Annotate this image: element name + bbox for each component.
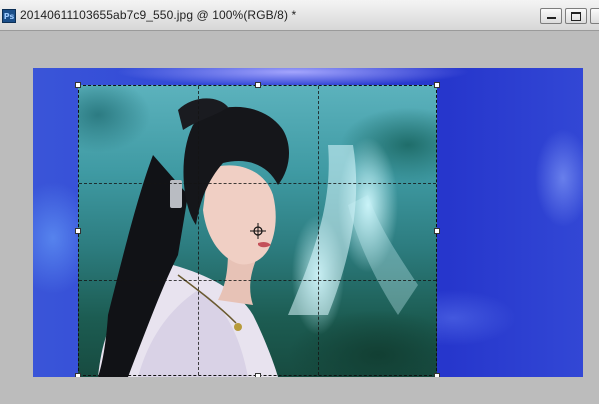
- minimize-icon: [546, 17, 556, 19]
- crop-handle-top-left[interactable]: [75, 82, 81, 88]
- restore-button[interactable]: [565, 8, 587, 24]
- document-title-bar[interactable]: Ps 20140611103655ab7c9_550.jpg @ 100%(RG…: [0, 0, 599, 31]
- restore-icon: [571, 12, 581, 21]
- crop-handle-left[interactable]: [75, 228, 81, 234]
- close-button[interactable]: [590, 8, 599, 24]
- photoshop-icon: Ps: [2, 9, 16, 23]
- crop-handle-bottom-left[interactable]: [75, 373, 81, 377]
- crop-handle-top[interactable]: [255, 82, 261, 88]
- minimize-button[interactable]: [540, 8, 562, 24]
- crop-handle-bottom[interactable]: [255, 373, 261, 377]
- crop-handle-bottom-right[interactable]: [434, 373, 440, 377]
- crop-handle-top-right[interactable]: [434, 82, 440, 88]
- document-title: 20140611103655ab7c9_550.jpg @ 100%(RGB/8…: [20, 8, 297, 22]
- document-canvas[interactable]: [33, 68, 583, 377]
- crosshair-icon[interactable]: [250, 223, 266, 239]
- crop-handle-right[interactable]: [434, 228, 440, 234]
